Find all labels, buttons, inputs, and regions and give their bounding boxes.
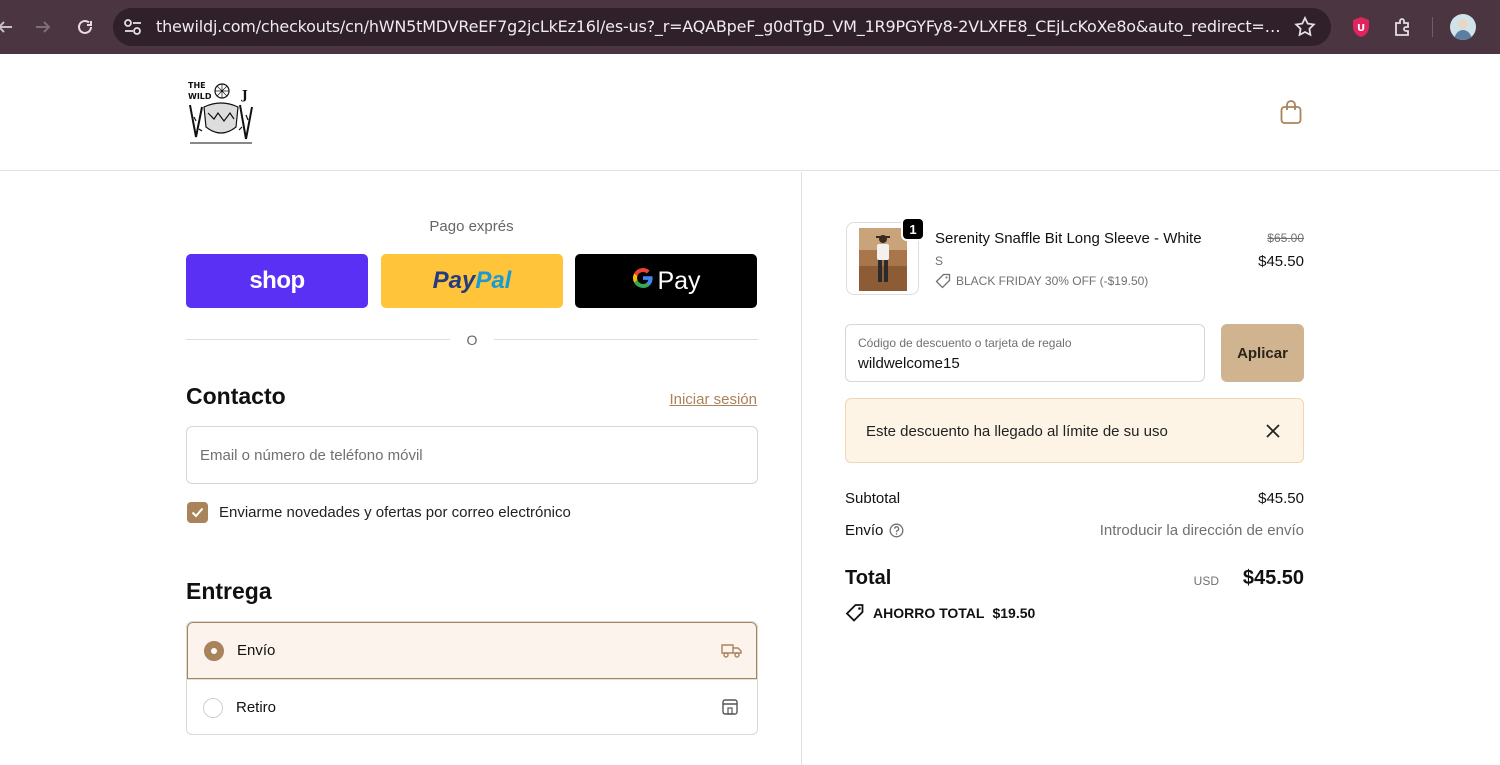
apply-discount-button[interactable]: Aplicar bbox=[1221, 324, 1304, 382]
bookmark-star-icon[interactable] bbox=[1293, 15, 1317, 39]
checkout-form-column: Pago exprés shop Pay Pal Pay O Contacto I… bbox=[0, 172, 801, 765]
address-bar[interactable]: thewildj.com/checkouts/cn/hWN5tMDVReEF7g… bbox=[113, 8, 1331, 46]
newsletter-label[interactable]: Enviarme novedades y ofertas por correo … bbox=[219, 504, 571, 521]
order-summary-column: 1 Serenity Snaffle Bit Long Sleeve - Whi… bbox=[802, 172, 1500, 765]
truck-icon bbox=[721, 640, 743, 660]
product-name: Serenity Snaffle Bit Long Sleeve - White bbox=[935, 230, 1202, 247]
delivery-option-shipping[interactable]: Envío bbox=[187, 622, 757, 679]
google-pay-label: Pay bbox=[657, 266, 701, 295]
delivery-option-pickup[interactable]: Retiro bbox=[187, 679, 757, 734]
contact-heading: Contacto bbox=[186, 383, 286, 409]
delivery-method-group: Envío Retiro bbox=[186, 621, 758, 735]
back-icon[interactable] bbox=[0, 14, 18, 40]
svg-text:THE: THE bbox=[188, 81, 206, 90]
paypal-label-part2: Pal bbox=[475, 267, 512, 294]
paypal-label-part1: Pay bbox=[432, 267, 476, 294]
svg-text:WILD: WILD bbox=[188, 92, 212, 101]
product-discount-text: BLACK FRIDAY 30% OFF (-$19.50) bbox=[956, 274, 1149, 288]
savings-value: $19.50 bbox=[992, 605, 1036, 621]
google-pay-button[interactable]: Pay bbox=[575, 254, 757, 308]
product-discount: BLACK FRIDAY 30% OFF (-$19.50) bbox=[935, 273, 1148, 289]
alert-message: Este descuento ha llegado al límite de s… bbox=[866, 423, 1168, 440]
discount-error-alert: Este descuento ha llegado al límite de s… bbox=[845, 398, 1304, 463]
url-text[interactable]: thewildj.com/checkouts/cn/hWN5tMDVReEF7g… bbox=[156, 17, 1286, 37]
total-value: $45.50 bbox=[1242, 567, 1304, 589]
reload-icon[interactable] bbox=[72, 14, 98, 40]
close-icon[interactable] bbox=[1262, 420, 1284, 442]
shipping-radio[interactable] bbox=[204, 641, 224, 661]
shipping-value: Introducir la dirección de envío bbox=[1099, 522, 1304, 539]
svg-text:U: U bbox=[1357, 23, 1365, 34]
discounted-price: $45.50 bbox=[1258, 253, 1304, 270]
product-image bbox=[859, 228, 907, 291]
subtotal-value: $45.50 bbox=[1258, 490, 1304, 507]
help-icon[interactable] bbox=[889, 523, 904, 538]
login-link[interactable]: Iniciar sesión bbox=[620, 391, 757, 408]
tag-icon bbox=[935, 273, 951, 289]
discount-code-field[interactable]: Código de descuento o tarjeta de regalo … bbox=[845, 324, 1205, 382]
product-variant: S bbox=[935, 254, 944, 268]
store-logo[interactable]: THE WILD J bbox=[186, 77, 256, 145]
site-settings-icon[interactable] bbox=[123, 18, 143, 36]
shop-pay-button[interactable]: shop bbox=[186, 254, 368, 308]
profile-avatar[interactable] bbox=[1450, 14, 1476, 40]
discount-code-label: Código de descuento o tarjeta de regalo bbox=[858, 336, 1072, 350]
discount-code-value[interactable]: wildwelcome15 bbox=[858, 355, 960, 372]
savings-tag-icon bbox=[845, 604, 864, 622]
quantity-badge: 1 bbox=[901, 217, 925, 241]
total-currency: USD bbox=[1193, 574, 1219, 588]
checkmark-icon bbox=[191, 507, 204, 518]
savings-label: AHORRO TOTAL bbox=[873, 605, 985, 621]
shipping-option-label: Envío bbox=[237, 642, 276, 659]
paypal-button[interactable]: Pay Pal bbox=[381, 254, 563, 308]
or-divider-right bbox=[494, 339, 758, 340]
subtotal-label: Subtotal bbox=[845, 490, 901, 507]
express-checkout-title: Pago exprés bbox=[429, 218, 514, 235]
browser-toolbar: thewildj.com/checkouts/cn/hWN5tMDVReEF7g… bbox=[0, 0, 1500, 54]
total-label: Total bbox=[845, 567, 892, 589]
site-header: THE WILD J bbox=[0, 54, 1500, 171]
or-separator-text: O bbox=[466, 332, 478, 348]
svg-text:J: J bbox=[241, 88, 248, 102]
email-or-phone-input[interactable] bbox=[186, 426, 758, 484]
total-savings: AHORRO TOTAL $19.50 bbox=[845, 603, 1035, 623]
toolbar-separator bbox=[1432, 17, 1433, 37]
cart-bag-icon[interactable] bbox=[1279, 99, 1303, 125]
ublock-extension-icon[interactable]: U bbox=[1348, 14, 1374, 40]
original-price: $65.00 bbox=[1267, 231, 1304, 245]
forward-icon[interactable] bbox=[30, 14, 56, 40]
extensions-puzzle-icon[interactable] bbox=[1390, 14, 1416, 40]
shipping-label: Envío bbox=[845, 522, 884, 539]
store-icon bbox=[720, 697, 742, 717]
pickup-option-label: Retiro bbox=[236, 699, 277, 716]
delivery-heading: Entrega bbox=[186, 578, 272, 604]
pickup-radio[interactable] bbox=[203, 698, 223, 718]
google-g-icon bbox=[631, 266, 655, 297]
shop-pay-label: shop bbox=[249, 267, 305, 294]
newsletter-checkbox[interactable] bbox=[187, 502, 208, 523]
or-divider-left bbox=[186, 339, 450, 340]
